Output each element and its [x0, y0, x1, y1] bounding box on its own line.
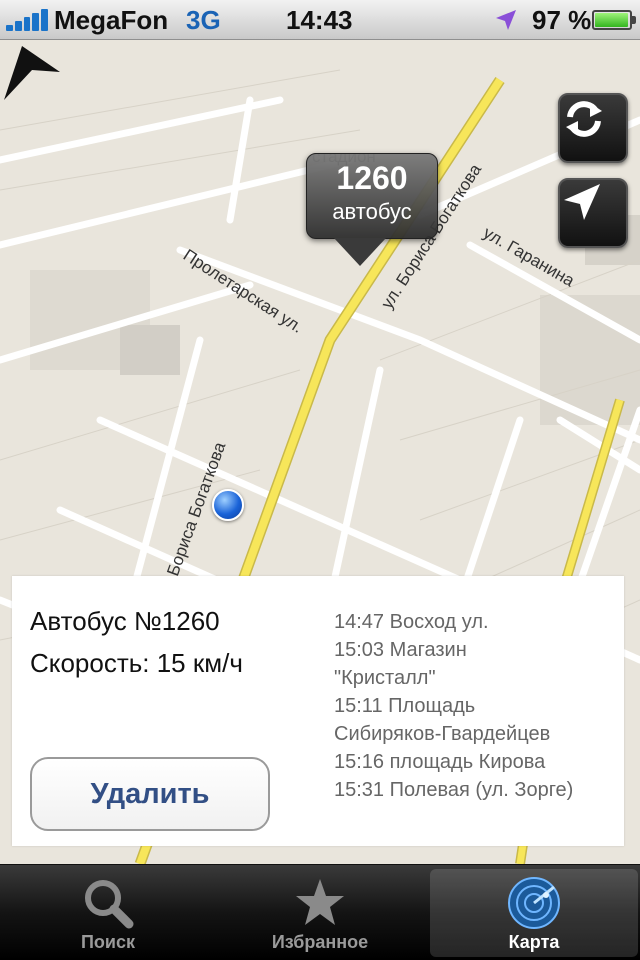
tab-search[interactable]: Поиск	[4, 869, 212, 957]
bus-title: Автобус №1260	[30, 606, 220, 636]
list-item: 15:16 площадь Кирова	[334, 751, 546, 773]
locate-me-button[interactable]	[558, 178, 628, 248]
tab-map[interactable]: Карта	[430, 869, 638, 957]
network-type: 3G	[186, 5, 221, 35]
signal-bars-icon	[6, 9, 48, 31]
tab-bar: Поиск Избранное Карта	[0, 864, 640, 960]
callout-bus-number: 1260	[336, 160, 408, 196]
bus-direction-arrow-icon[interactable]	[0, 40, 64, 104]
status-bar: MegaFon 3G 14:43 97 %	[0, 0, 640, 40]
list-item: 15:11 Площадь	[334, 695, 476, 717]
tab-favorites[interactable]: Избранное	[216, 869, 424, 957]
magnifier-icon	[78, 875, 138, 931]
star-icon	[290, 875, 350, 931]
map-building	[120, 325, 180, 375]
callout-pointer	[334, 238, 386, 266]
radar-icon	[504, 875, 564, 931]
tab-label: Избранное	[271, 932, 369, 952]
battery-level-fill	[595, 13, 628, 27]
user-location-dot	[212, 489, 244, 521]
clock: 14:43	[286, 5, 353, 35]
tab-label: Карта	[508, 932, 560, 952]
battery-icon	[592, 10, 636, 30]
delete-button[interactable]: Удалить	[30, 757, 270, 831]
callout-vehicle-type: автобус	[332, 199, 412, 224]
stops-schedule-list: 14:47 Восход ул. 15:03 Магазин "Кристалл…	[334, 608, 614, 804]
list-item: 15:31 Полевая (ул. Зорге)	[334, 779, 574, 801]
carrier-name: MegaFon	[54, 5, 169, 35]
list-item: 14:47 Восход ул.	[334, 611, 489, 633]
battery-percent: 97 %	[532, 5, 592, 35]
list-item: 15:03 Магазин	[334, 639, 467, 661]
bus-info-panel: Автобус №1260 Скорость: 15 км/ч Удалить …	[12, 576, 624, 846]
refresh-button[interactable]	[558, 93, 628, 163]
refresh-icon	[566, 101, 602, 137]
location-arrow-icon	[564, 184, 600, 220]
tab-label: Поиск	[80, 932, 136, 952]
list-item: Сибиряков-Гвардейцев	[334, 723, 551, 745]
bus-callout[interactable]: 1260 автобус	[306, 153, 438, 239]
list-item: "Кристалл"	[334, 667, 436, 689]
bus-speed: Скорость: 15 км/ч	[30, 648, 243, 678]
location-arrow-icon	[496, 10, 516, 30]
